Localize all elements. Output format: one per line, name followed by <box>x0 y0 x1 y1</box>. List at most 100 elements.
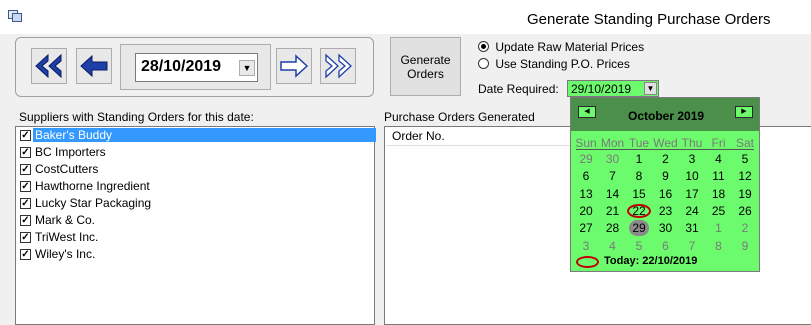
list-item[interactable]: ✓ Hawthorne Ingredient <box>20 178 372 195</box>
generate-orders-button[interactable]: Generate Orders <box>390 37 461 96</box>
calendar-today-link[interactable]: Today: 22/10/2019 <box>604 255 697 267</box>
current-date-value: 28/10/2019 <box>141 58 222 75</box>
calendar-day[interactable]: 10 <box>679 168 705 184</box>
calendar-day[interactable]: 1 <box>626 151 652 167</box>
calendar-day[interactable]: 8 <box>626 168 652 184</box>
calendar-day[interactable]: 5 <box>732 151 758 167</box>
calendar-day[interactable]: 8 <box>706 238 732 254</box>
checkbox-checked-icon[interactable]: ✓ <box>20 232 31 243</box>
current-date-select[interactable]: 28/10/2019 ▼ <box>135 53 258 82</box>
calendar-day[interactable]: 29 <box>573 151 599 167</box>
list-item[interactable]: ✓ TriWest Inc. <box>20 229 372 246</box>
calendar-day[interactable]: 6 <box>653 238 679 254</box>
calendar-day[interactable]: 9 <box>732 238 758 254</box>
list-item[interactable]: ✓ Wiley's Inc. <box>20 246 372 263</box>
calendar-day[interactable]: 25 <box>706 203 732 219</box>
update-raw-prices-radio[interactable]: Update Raw Material Prices <box>478 39 644 54</box>
supplier-name: Mark & Co. <box>35 213 96 227</box>
calendar-day[interactable]: 24 <box>679 203 705 219</box>
calendar-day[interactable]: 21 <box>600 203 626 219</box>
checkbox-checked-icon[interactable]: ✓ <box>20 130 31 141</box>
checkbox-checked-icon[interactable]: ✓ <box>20 147 31 158</box>
calendar-day[interactable]: 15 <box>626 186 652 202</box>
calendar-day[interactable]: 13 <box>573 186 599 202</box>
chevron-down-icon[interactable]: ▼ <box>644 82 657 95</box>
calendar-day[interactable]: 20 <box>573 203 599 219</box>
calendar-day[interactable]: 31 <box>679 220 705 236</box>
supplier-name: Lucky Star Packaging <box>35 196 152 210</box>
supplier-name: Wiley's Inc. <box>35 247 96 261</box>
list-item[interactable]: ✓ BC Importers <box>20 144 372 161</box>
chevron-down-icon[interactable]: ▼ <box>239 60 255 76</box>
list-item[interactable]: ✓ Lucky Star Packaging <box>20 195 372 212</box>
calendar-day[interactable]: 7 <box>679 238 705 254</box>
calendar-day[interactable]: 16 <box>653 186 679 202</box>
calendar-day[interactable]: 30 <box>600 151 626 167</box>
checkbox-checked-icon[interactable]: ✓ <box>20 164 31 175</box>
next-button[interactable] <box>276 48 312 84</box>
calendar-day[interactable]: 9 <box>653 168 679 184</box>
first-button[interactable] <box>31 48 67 84</box>
calendar-prev-month-button[interactable]: ◀ <box>578 106 596 118</box>
calendar-divider <box>576 149 754 150</box>
double-left-arrow-icon <box>35 53 62 79</box>
calendar-day-of-week: Thu <box>681 136 703 150</box>
calendar-day[interactable]: 11 <box>706 168 732 184</box>
checkbox-checked-icon[interactable]: ✓ <box>20 181 31 192</box>
calendar-day-selected[interactable]: 29 <box>629 220 649 237</box>
suppliers-heading: Suppliers with Standing Orders for this … <box>19 110 254 124</box>
calendar-day[interactable]: 28 <box>600 220 626 236</box>
list-item[interactable]: ✓ CostCutters <box>20 161 372 178</box>
calendar-day[interactable]: 4 <box>600 238 626 254</box>
calendar-day[interactable]: 6 <box>573 168 599 184</box>
suppliers-list[interactable]: ✓ Baker's Buddy ✓ BC Importers ✓ CostCut… <box>15 126 376 325</box>
calendar-day-of-week: Fri <box>711 136 726 150</box>
calendar-day-of-week: Sun <box>575 136 597 150</box>
calendar-day[interactable]: 18 <box>706 186 732 202</box>
left-arrow-icon <box>80 54 108 78</box>
previous-button[interactable] <box>76 48 112 84</box>
calendar-day[interactable]: 3 <box>573 238 599 254</box>
calendar-day[interactable]: 5 <box>626 238 652 254</box>
calendar-day[interactable]: 2 <box>653 151 679 167</box>
calendar-day-of-week: Mon <box>600 136 625 150</box>
supplier-name: Baker's Buddy <box>33 128 376 142</box>
calendar-day[interactable]: 19 <box>732 186 758 202</box>
supplier-name: Hawthorne Ingredient <box>35 179 150 193</box>
today-marker-icon <box>576 256 599 268</box>
date-required-picker[interactable]: 29/10/2019 ▼ <box>567 80 659 97</box>
order-no-column-header[interactable]: Order No. <box>386 127 572 146</box>
purchase-orders-heading: Purchase Orders Generated <box>384 110 535 124</box>
double-right-arrow-icon <box>325 53 352 79</box>
list-item[interactable]: ✓ Mark & Co. <box>20 212 372 229</box>
last-button[interactable] <box>320 48 356 84</box>
calendar-day[interactable]: 7 <box>600 168 626 184</box>
calendar-day[interactable]: 17 <box>679 186 705 202</box>
window-title: Generate Standing Purchase Orders <box>527 11 771 28</box>
calendar-day[interactable]: 27 <box>573 220 599 236</box>
order-no-column-label: Order No. <box>392 129 445 143</box>
list-item[interactable]: ✓ Baker's Buddy <box>20 127 376 144</box>
right-arrow-icon <box>280 54 309 78</box>
radio-unselected-icon <box>478 58 489 70</box>
calendar-day-of-week: Sat <box>735 136 754 150</box>
calendar-day[interactable]: 30 <box>653 220 679 236</box>
calendar-day[interactable]: 14 <box>600 186 626 202</box>
supplier-name: CostCutters <box>35 162 99 176</box>
calendar-day[interactable]: 1 <box>706 220 732 236</box>
calendar-day[interactable]: 4 <box>706 151 732 167</box>
calendar-day[interactable]: 26 <box>732 203 758 219</box>
checkbox-checked-icon[interactable]: ✓ <box>20 249 31 260</box>
calendar-day[interactable]: 3 <box>679 151 705 167</box>
calendar-dropdown: ◀ October 2019 ▶ Sun Mon Tue Wed Thu Fri Sat 2… <box>570 97 760 272</box>
checkbox-checked-icon[interactable]: ✓ <box>20 215 31 226</box>
supplier-name: TriWest Inc. <box>35 230 99 244</box>
checkbox-checked-icon[interactable]: ✓ <box>20 198 31 209</box>
calendar-day[interactable]: 2 <box>732 220 758 236</box>
calendar-day[interactable]: 23 <box>653 203 679 219</box>
calendar-day[interactable]: 12 <box>732 168 758 184</box>
calendar-next-month-button[interactable]: ▶ <box>735 106 753 118</box>
generate-orders-label-1: Generate <box>400 52 451 67</box>
date-required-label: Date Required: <box>478 82 559 96</box>
use-standing-prices-radio[interactable]: Use Standing P.O. Prices <box>478 56 630 71</box>
